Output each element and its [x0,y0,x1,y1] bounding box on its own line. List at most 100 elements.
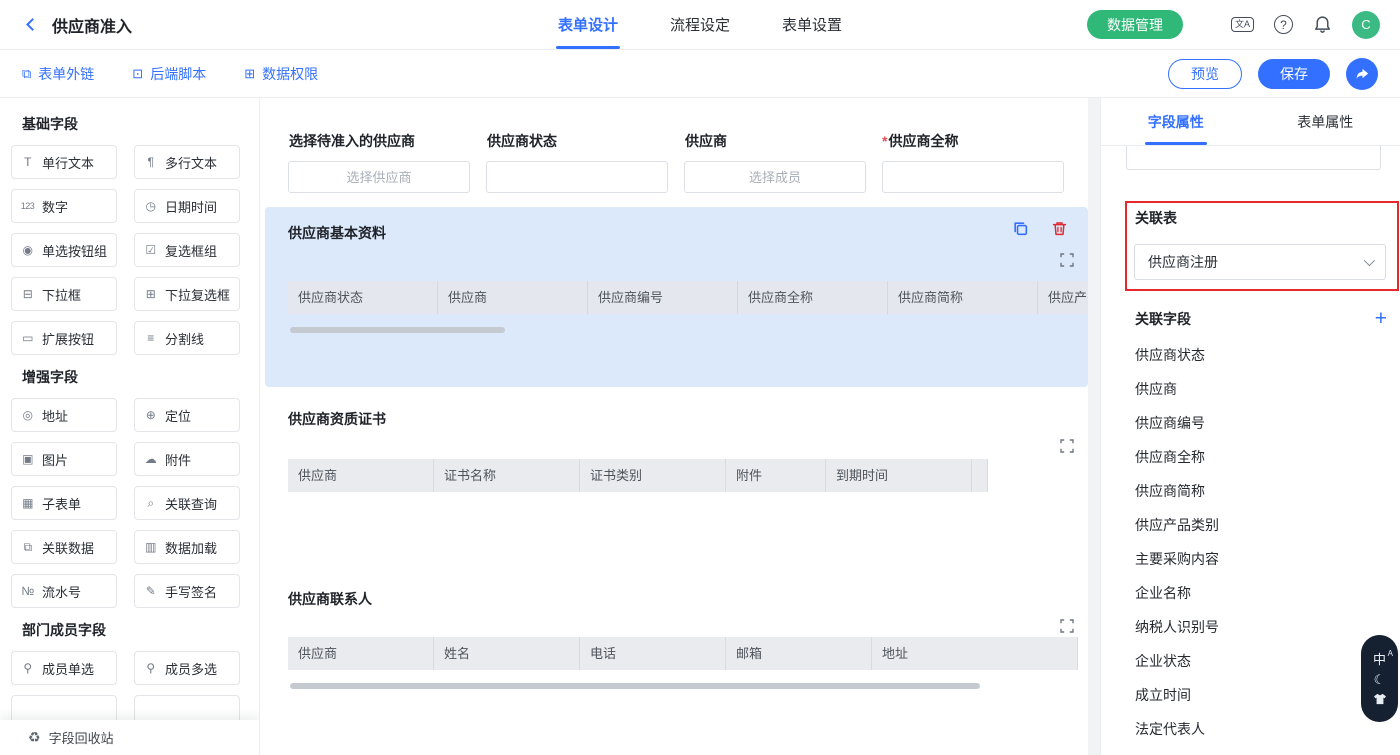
related-field-item[interactable]: 企业名称 [1135,576,1374,610]
data-manage-button[interactable]: 数据管理 [1087,10,1183,39]
related-field-item[interactable]: 供应商 [1135,372,1374,406]
field-button-attachment[interactable]: ☁附件 [134,442,240,476]
related-field-item[interactable]: 企业状态 [1135,644,1374,678]
field-button-member-single[interactable]: ⚲成员单选 [11,651,117,685]
multi-dropdown-icon: ⊞ [142,287,159,301]
expand-button[interactable] [1060,439,1074,453]
field-button-dropdown[interactable]: ⊟下拉框 [11,277,117,311]
related-field-item[interactable]: 供应产品类别 [1135,508,1374,542]
canvas-scrollbar-track[interactable] [1088,98,1100,755]
field-button-number[interactable]: 123数字 [11,189,117,223]
supplier-member-input[interactable] [684,161,866,193]
field-button-address[interactable]: ◎地址 [11,398,117,432]
horizontal-scrollbar[interactable] [290,683,980,689]
form-field-supplier-fullname[interactable]: *供应商全称 [882,131,1064,193]
related-field-item[interactable]: 主要采购内容 [1135,542,1374,576]
column-header-supplier-shortname[interactable]: 供应商简称 [888,281,1038,314]
column-header-expiry-date[interactable]: 到期时间 [826,459,972,492]
pending-supplier-input[interactable] [288,161,470,193]
theme-toggle[interactable] [1373,693,1387,705]
bell-icon[interactable] [1313,15,1332,34]
dark-mode-toggle[interactable]: ☾ [1374,673,1386,686]
recycle-bin[interactable]: ♻ 字段回收站 [0,720,259,755]
related-field-item[interactable]: 供应商编号 [1135,406,1374,440]
supplier-status-input[interactable] [486,161,668,193]
subform-panel-certificates[interactable]: 供应商资质证书 供应商 证书名称 证书类别 附件 到期时间 [265,393,1088,565]
related-field-item[interactable]: 法定代表人 [1135,712,1374,746]
language-toggle[interactable]: 中A [1373,653,1386,666]
partial-input[interactable] [1126,146,1381,170]
tab-form-properties[interactable]: 表单属性 [1251,98,1400,145]
column-header-supplier[interactable]: 供应商 [438,281,588,314]
field-button-image[interactable]: ▣图片 [11,442,117,476]
related-field-item[interactable]: 供应商状态 [1135,338,1374,372]
form-field-pending-supplier[interactable]: 选择待准入的供应商 [288,131,470,193]
column-header-supplier[interactable]: 供应商 [288,459,434,492]
expand-button[interactable] [1060,619,1074,633]
tab-field-properties[interactable]: 字段属性 [1101,98,1251,145]
link-form-external[interactable]: ⧉ 表单外链 [22,64,94,84]
tab-form-settings[interactable]: 表单设置 [780,0,844,49]
field-button-lookup-query[interactable]: ⌕关联查询 [134,486,240,520]
field-button-multi-line-text[interactable]: ¶多行文本 [134,145,240,179]
field-button-checkbox-group[interactable]: ☑复选框组 [134,233,240,267]
related-field-item[interactable]: 纳税人识别号 [1135,610,1374,644]
avatar[interactable]: C [1352,11,1380,39]
column-header-cert-name[interactable]: 证书名称 [434,459,580,492]
tab-flow-setting[interactable]: 流程设定 [668,0,732,49]
field-button-radio-group[interactable]: ◉单选按钮组 [11,233,117,267]
field-button-location[interactable]: ⊕定位 [134,398,240,432]
share-button[interactable] [1346,58,1378,90]
field-button-data-load[interactable]: ▥数据加载 [134,530,240,564]
column-header-supplier-fullname[interactable]: 供应商全称 [738,281,888,314]
field-grid-basic: T单行文本 ¶多行文本 123数字 ◷日期时间 ◉单选按钮组 ☑复选框组 ⊟下拉… [11,145,248,355]
column-header-email[interactable]: 邮箱 [726,637,872,670]
preview-button[interactable]: 预览 [1168,59,1242,89]
link-backend-script[interactable]: ⊡ 后端脚本 [132,64,206,84]
link-data-permission[interactable]: ⊞ 数据权限 [244,64,318,84]
tab-form-design[interactable]: 表单设计 [556,0,620,49]
translate-icon[interactable]: 文A [1231,17,1254,32]
back-button[interactable] [20,13,44,37]
delete-button[interactable] [1051,220,1068,237]
column-header-address[interactable]: 地址 [872,637,1078,670]
field-button-linked-data[interactable]: ⧉关联数据 [11,530,117,564]
related-field-item[interactable]: 供应商全称 [1135,440,1374,474]
share-icon [1355,66,1370,81]
field-button-extend-button[interactable]: ▭扩展按钮 [11,321,117,355]
related-field-item[interactable]: 供应商简称 [1135,474,1374,508]
horizontal-scrollbar[interactable] [290,327,505,333]
related-field-item[interactable]: 注册资本 [1135,746,1374,755]
header-tabs: 表单设计 流程设定 表单设置 [556,0,844,49]
field-button-serial-number[interactable]: №流水号 [11,574,117,608]
copy-button[interactable] [1012,220,1029,237]
form-field-supplier-status[interactable]: 供应商状态 [486,131,668,193]
recycle-bin-icon: ♻ [28,729,41,746]
shirt-icon [1373,693,1387,705]
field-button-subform[interactable]: ▦子表单 [11,486,117,520]
related-table-select[interactable]: 供应商注册 [1134,244,1386,280]
help-icon[interactable]: ? [1274,15,1293,34]
column-header-cert-type[interactable]: 证书类别 [580,459,726,492]
column-header-attachment[interactable]: 附件 [726,459,826,492]
form-field-supplier[interactable]: 供应商 [684,131,866,193]
save-button[interactable]: 保存 [1258,59,1330,89]
column-header-supplier[interactable]: 供应商 [288,637,434,670]
field-button-signature[interactable]: ✎手写签名 [134,574,240,608]
field-button-multi-dropdown[interactable]: ⊞下拉复选框 [134,277,240,311]
column-header-name[interactable]: 姓名 [434,637,580,670]
subform-panel-basic-info[interactable]: 供应商基本资料 供应商状态 供应商 供应商编号 供应商全称 供应商简称 供应产品… [265,207,1088,387]
field-button-member-multi[interactable]: ⚲成员多选 [134,651,240,685]
add-related-field-button[interactable]: + [1375,308,1387,329]
expand-button[interactable] [1060,253,1074,267]
column-header-phone[interactable]: 电话 [580,637,726,670]
column-header-supplier-code[interactable]: 供应商编号 [588,281,738,314]
subform-panel-contacts[interactable]: 供应商联系人 供应商 姓名 电话 邮箱 地址 [265,573,1088,755]
column-header-supplier-status[interactable]: 供应商状态 [288,281,438,314]
field-button-single-line-text[interactable]: T单行文本 [11,145,117,179]
column-header-product-category[interactable]: 供应产品类别 [1038,281,1088,314]
field-button-divider[interactable]: ≡分割线 [134,321,240,355]
supplier-fullname-input[interactable] [882,161,1064,193]
related-field-item[interactable]: 成立时间 [1135,678,1374,712]
field-button-datetime[interactable]: ◷日期时间 [134,189,240,223]
